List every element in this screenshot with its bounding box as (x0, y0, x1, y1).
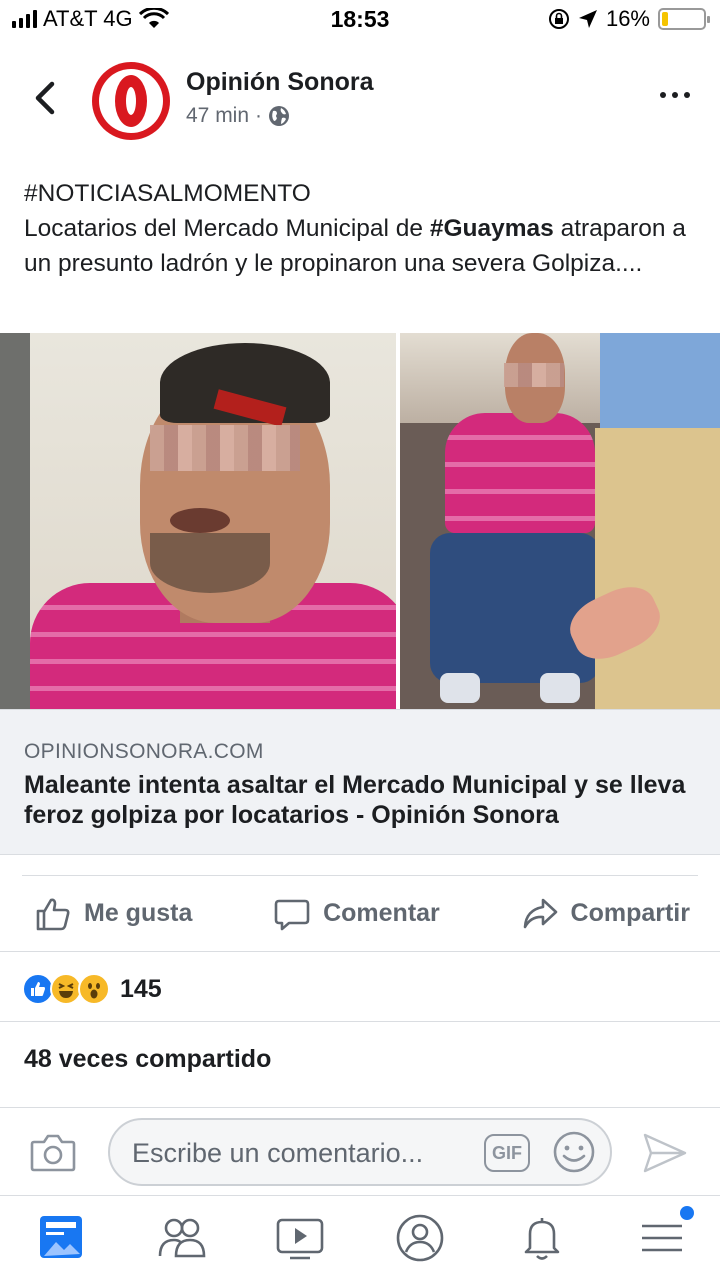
camera-icon[interactable] (30, 1132, 76, 1172)
page-avatar[interactable] (92, 62, 170, 140)
comment-label: Comentar (323, 899, 440, 927)
emoji-icon[interactable] (552, 1130, 596, 1174)
send-icon[interactable] (642, 1132, 688, 1174)
watch-icon[interactable] (274, 1212, 326, 1264)
share-button[interactable]: Compartir (521, 895, 690, 933)
share-icon (523, 898, 557, 928)
photo-shirt-right (445, 413, 595, 533)
status-bar: AT&T 4G 18:53 16% (0, 0, 720, 40)
link-title[interactable]: Maleante intenta asaltar el Mercado Muni… (24, 770, 694, 830)
battery-percent: 16% (605, 6, 650, 31)
photo-door-frame (0, 333, 30, 709)
avatar-ring (99, 69, 163, 133)
comment-input[interactable]: Escribe un comentario... GIF (108, 1118, 612, 1186)
post-photo-left[interactable] (0, 333, 396, 709)
comment-placeholder: Escribe un comentario... (132, 1138, 424, 1168)
page-name[interactable]: Opinión Sonora (186, 68, 374, 97)
bottom-nav (0, 1195, 720, 1280)
reactions-summary[interactable]: 145 (22, 973, 162, 1005)
divider (0, 1021, 720, 1022)
share-label: Compartir (570, 899, 690, 927)
comment-button[interactable]: Comentar (273, 895, 440, 933)
menu-notification-dot (680, 1206, 694, 1220)
meta-separator: · (255, 104, 263, 127)
hashtag-link[interactable]: #Guaymas (430, 215, 554, 242)
post-meta: 47 min · (186, 104, 290, 128)
link-domain: OPINIONSONORA.COM (24, 740, 264, 763)
photo-beard (150, 533, 270, 593)
post-body: Locatarios del Mercado Municipal de #Gua… (24, 211, 704, 281)
photo-pixel-blur (150, 425, 300, 471)
notifications-icon[interactable] (516, 1212, 568, 1264)
photo-shoe-right (540, 673, 580, 703)
post-header: Opinión Sonora 47 min · (0, 56, 720, 146)
photo-khaki-pants (595, 428, 720, 709)
link-preview[interactable]: OPINIONSONORA.COM Maleante intenta asalt… (0, 709, 720, 855)
avatar-letter-o (115, 75, 147, 127)
gif-button[interactable]: GIF (484, 1134, 530, 1172)
like-label: Me gusta (84, 899, 193, 927)
post-text-part1: Locatarios del Mercado Municipal de (24, 215, 430, 242)
photo-blue-shirt (600, 333, 720, 433)
post-photo-right[interactable] (400, 333, 720, 709)
friends-icon[interactable] (156, 1212, 208, 1264)
share-count[interactable]: 48 veces compartido (24, 1045, 271, 1074)
profile-icon[interactable] (394, 1212, 446, 1264)
comment-icon (274, 899, 310, 930)
divider (0, 951, 720, 952)
post-image[interactable] (0, 333, 720, 709)
thumbs-up-icon (36, 898, 70, 930)
status-right: 16% (548, 6, 710, 32)
comment-bar: Escribe un comentario... GIF (0, 1107, 720, 1195)
like-button[interactable]: Me gusta (34, 895, 192, 933)
globe-icon (269, 106, 290, 126)
photo-pixel-blur-right (504, 363, 564, 387)
photo-mouth (170, 508, 230, 533)
post-text: #NOTICIASALMOMENTO Locatarios del Mercad… (24, 176, 704, 281)
back-icon[interactable] (30, 78, 60, 118)
post-time[interactable]: 47 min (186, 104, 249, 128)
orientation-lock-icon (548, 9, 569, 29)
menu-button[interactable] (636, 1206, 694, 1264)
battery-icon (658, 8, 710, 30)
more-options-icon[interactable] (660, 92, 690, 98)
photo-jeans (430, 533, 600, 683)
reaction-count: 145 (120, 974, 162, 1003)
action-bar: Me gusta Comentar Compartir (22, 875, 698, 951)
wow-reaction-icon (78, 973, 110, 1005)
hashtag-headline[interactable]: #NOTICIASALMOMENTO (24, 176, 704, 211)
news-feed-icon[interactable] (38, 1212, 90, 1264)
menu-icon (642, 1224, 682, 1252)
photo-shoe-left (440, 673, 480, 703)
battery-fill (662, 12, 669, 26)
location-icon (578, 10, 597, 28)
